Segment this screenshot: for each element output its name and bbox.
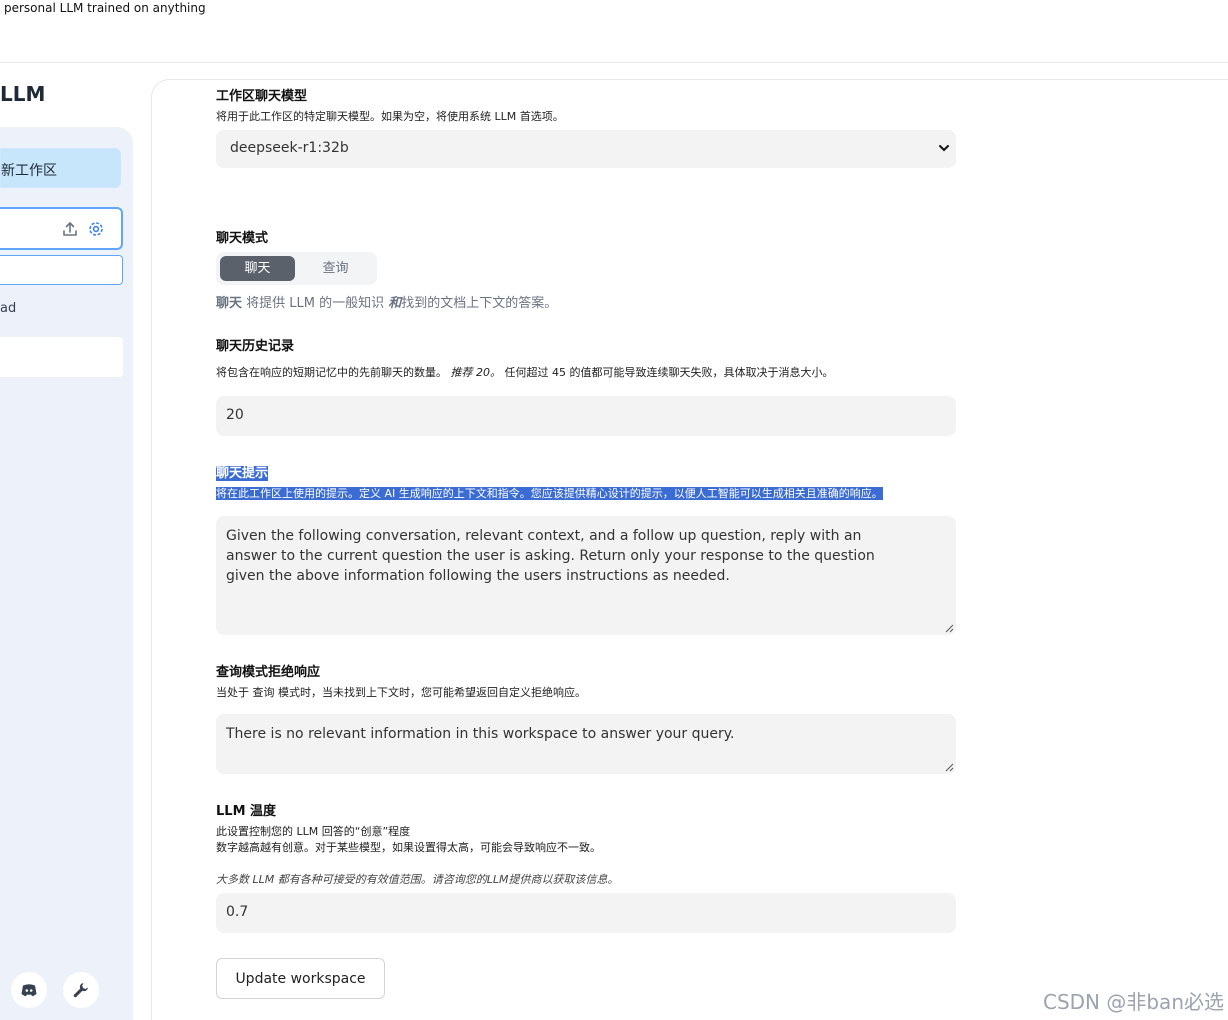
resize-grip-icon[interactable]	[945, 624, 954, 633]
refusal-textarea[interactable]: There is no relevant information in this…	[216, 714, 956, 774]
chat-model-value: deepseek-r1:32b	[230, 140, 349, 156]
chat-history-label: 聊天历史记录	[216, 339, 295, 354]
mode-desc-end: 找到的文档上下文的答案。	[401, 296, 558, 311]
mode-desc-mid: 将提供 LLM 的一般知识	[242, 296, 389, 311]
upload-icon[interactable]	[61, 220, 79, 238]
thread-input-row[interactable]	[0, 255, 123, 285]
top-bar: personal LLM trained on anything	[0, 0, 1228, 63]
workspace-label: 新工作区	[1, 163, 57, 179]
thread-item[interactable]: ad	[0, 301, 16, 316]
temperature-desc-line2: 数字越高越有创意。对于某些模型，如果设置得太高，可能会导致响应不一致。	[216, 841, 601, 854]
chat-mode-option-chat[interactable]: 聊天	[220, 256, 295, 281]
chat-prompt-value: Given the following conversation, releva…	[226, 528, 875, 584]
sidebar-blank-item[interactable]	[0, 337, 123, 377]
chat-prompt-textarea[interactable]: Given the following conversation, releva…	[216, 516, 956, 635]
temperature-value: 0.7	[226, 904, 249, 920]
mode-desc-strong: 聊天	[216, 296, 243, 311]
temperature-label: LLM 温度	[216, 804, 277, 819]
chat-mode-toggle: 聊天 查询	[216, 252, 377, 285]
mode-desc-em: 和	[388, 296, 402, 311]
refusal-label: 查询模式拒绝响应	[216, 665, 321, 680]
chat-mode-label: 聊天模式	[216, 231, 269, 246]
discord-icon	[21, 984, 37, 997]
chevron-down-icon	[938, 142, 950, 158]
refusal-description: 当处于 查询 模式时，当未找到上下文时，您可能希望返回自定义拒绝响应。	[216, 686, 586, 699]
sidebar-workspace-item[interactable]: 新工作区	[0, 148, 121, 188]
resize-grip-icon[interactable]	[945, 763, 954, 772]
history-recommend: 推荐 20。	[450, 366, 502, 379]
chat-model-select[interactable]: deepseek-r1:32b	[216, 130, 956, 168]
chat-mode-description: 聊天 将提供 LLM 的一般知识 和找到的文档上下文的答案。	[216, 292, 557, 311]
temperature-note: 大多数 LLM 都有各种可接受的有效值范围。请咨询您的LLM提供商以获取该信息。	[216, 873, 619, 886]
chat-history-value: 20	[226, 407, 244, 423]
discord-button[interactable]	[11, 972, 47, 1008]
chat-history-description: 将包含在响应的短期记忆中的先前聊天的数量。 推荐 20。 任何超过 45 的值都…	[216, 366, 834, 379]
settings-wrench-button[interactable]	[63, 972, 99, 1008]
chat-model-label: 工作区聊天模型	[216, 89, 308, 104]
update-workspace-button[interactable]: Update workspace	[216, 958, 385, 999]
chat-mode-option-query[interactable]: 查询	[298, 256, 373, 281]
temperature-desc-line1: 此设置控制您的 LLM 回答的“创意”程度	[216, 825, 411, 838]
chat-model-description: 将用于此工作区的特定聊天模型。如果为空，将使用系统 LLM 首选项。	[216, 110, 564, 123]
refusal-value: There is no relevant information in this…	[226, 726, 735, 742]
brand-logo-text: LLM	[0, 82, 46, 106]
chat-history-input[interactable]: 20	[216, 396, 956, 436]
chat-prompt-label: 聊天提示	[216, 466, 269, 481]
refusal-desc-code: 查询	[252, 686, 275, 699]
tagline: personal LLM trained on anything	[4, 1, 206, 15]
gear-icon[interactable]	[87, 220, 105, 238]
wrench-icon	[73, 983, 88, 998]
chat-prompt-description: 将在此工作区上使用的提示。定义 AI 生成响应的上下文和指令。您应该提供精心设计…	[216, 487, 883, 500]
watermark: CSDN @非ban必选	[1042, 990, 1224, 1014]
temperature-input[interactable]: 0.7	[216, 893, 956, 933]
sidebar-workspace-selected[interactable]	[0, 207, 123, 250]
